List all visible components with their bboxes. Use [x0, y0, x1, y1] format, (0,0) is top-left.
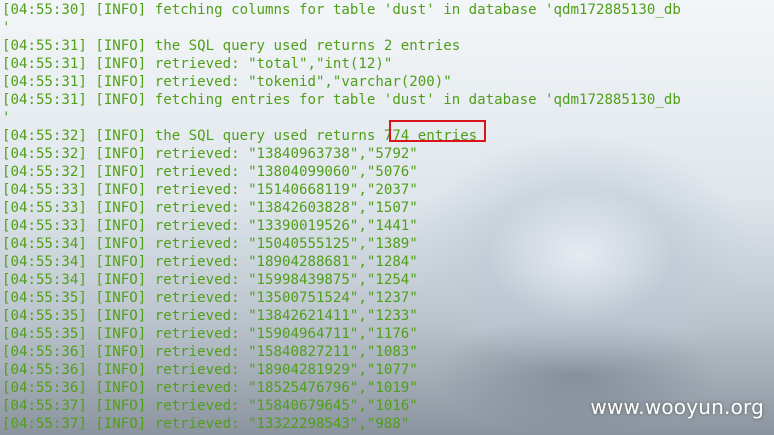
log-line: [04:55:33] [INFO] retrieved: "1514066811…: [2, 182, 418, 198]
log-line-entry-count: [04:55:32] [INFO] the SQL query used ret…: [2, 128, 478, 144]
log-line: ': [2, 110, 11, 126]
log-line: [04:55:34] [INFO] retrieved: "1890428868…: [2, 254, 418, 270]
log-line: [04:55:36] [INFO] retrieved: "1584082721…: [2, 344, 418, 360]
log-line: [04:55:31] [INFO] the SQL query used ret…: [2, 38, 461, 54]
log-line: [04:55:34] [INFO] retrieved: "1504055512…: [2, 236, 418, 252]
log-line: [04:55:32] [INFO] retrieved: "1380409906…: [2, 164, 418, 180]
log-line: [04:55:33] [INFO] retrieved: "1384260382…: [2, 200, 418, 216]
log-line: [04:55:30] [INFO] fetching columns for t…: [2, 2, 681, 18]
log-line: [04:55:36] [INFO] retrieved: "1890428192…: [2, 362, 418, 378]
log-line: [04:55:31] [INFO] fetching entries for t…: [2, 92, 681, 108]
log-line: [04:55:33] [INFO] retrieved: "1339001952…: [2, 218, 418, 234]
watermark: www.wooyun.org: [590, 395, 764, 419]
log-line: [04:55:31] [INFO] retrieved: "tokenid","…: [2, 74, 452, 90]
log-line: [04:55:34] [INFO] retrieved: "1599843987…: [2, 272, 418, 288]
entry-count-highlight-box: [389, 120, 486, 142]
log-line: [04:55:35] [INFO] retrieved: "1384262141…: [2, 308, 418, 324]
terminal-output: [04:55:30] [INFO] fetching columns for t…: [0, 0, 774, 435]
log-line: [04:55:35] [INFO] retrieved: "1590496471…: [2, 326, 418, 342]
log-line: ': [2, 20, 11, 36]
log-line: [04:55:31] [INFO] retrieved: "total","in…: [2, 56, 393, 72]
log-line: [04:55:32] [INFO] retrieved: "1384096373…: [2, 146, 418, 162]
log-line: [04:55:35] [INFO] retrieved: "1350075152…: [2, 290, 418, 306]
